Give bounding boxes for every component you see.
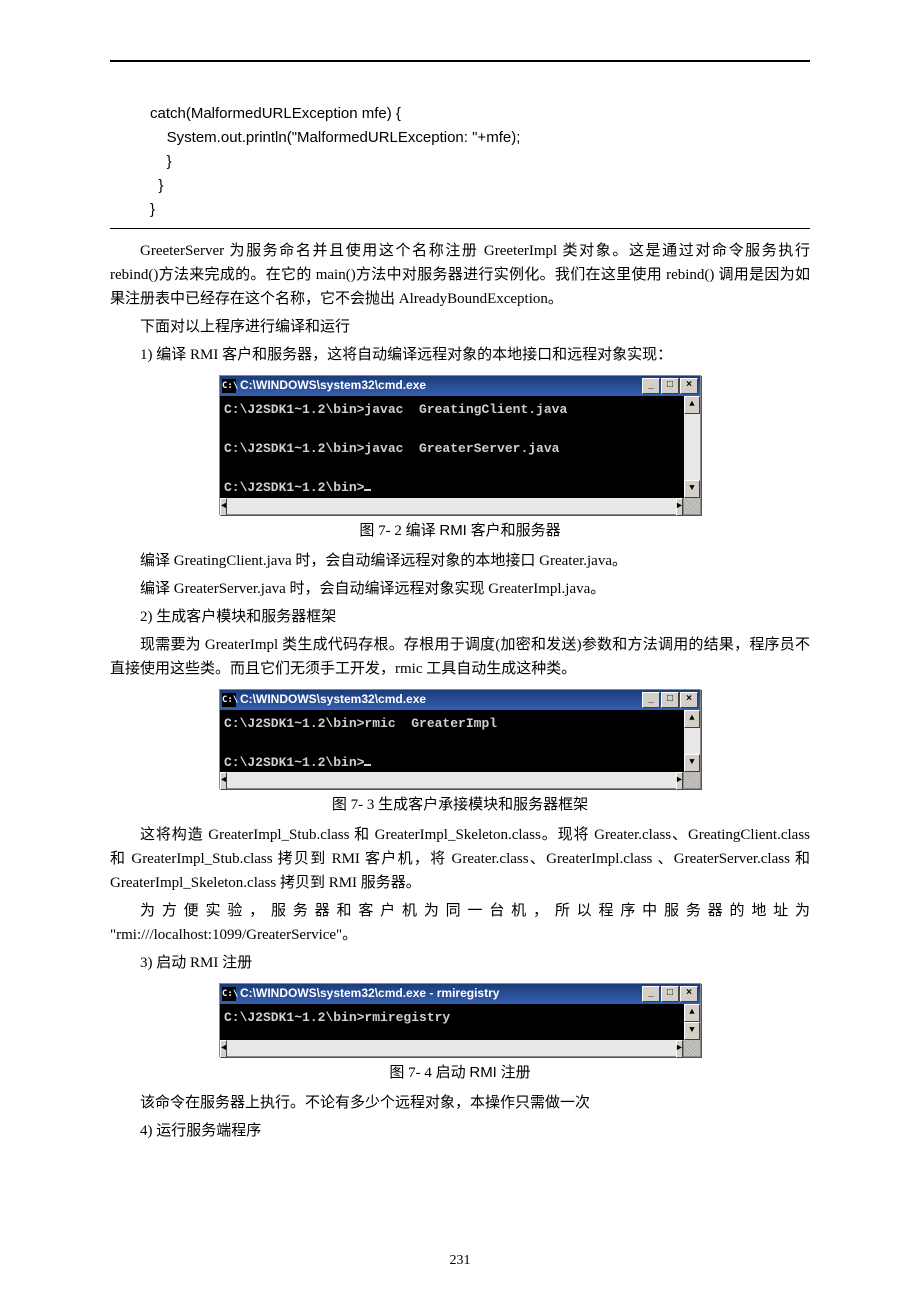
maximize-button[interactable]: □ [661,378,679,394]
cmd-icon: C:\ [222,987,236,1001]
terminal-output: C:\J2SDK1~1.2\bin>rmiregistry [220,1004,684,1040]
paragraph: 该命令在服务器上执行。不论有多少个远程对象，本操作只需做一次 [110,1091,810,1115]
cmd-icon: C:\ [222,379,236,393]
paragraph: 现需要为 GreaterImpl 类生成代码存根。存根用于调度(加密和发送)参数… [110,633,810,681]
horizontal-scrollbar[interactable]: ◄ ► [220,1040,700,1056]
page-number: 231 [0,1250,920,1272]
terminal-line: C:\J2SDK1~1.2\bin>rmiregistry [224,1010,450,1025]
list-item: 4) 运行服务端程序 [110,1119,810,1143]
vertical-scrollbar[interactable]: ▲ ▼ [684,710,700,773]
terminal-output: C:\J2SDK1~1.2\bin>javac GreatingClient.j… [220,396,684,498]
scroll-down-button[interactable]: ▼ [684,1022,700,1040]
window-titlebar: C:\ C:\WINDOWS\system32\cmd.exe _ □ × [220,690,700,710]
scroll-track[interactable] [227,498,675,514]
paragraph: 为方便实验，服务器和客户机为同一台机，所以程序中服务器的地址为 "rmi:///… [110,899,810,947]
caption-text: 注册 [497,1065,531,1081]
scroll-up-button[interactable]: ▲ [684,396,700,414]
cmd-screenshot-fig-7-4: C:\ C:\WINDOWS\system32\cmd.exe - rmireg… [219,983,701,1057]
caption-text: RMI [439,522,467,539]
list-item: 1) 编译 RMI 客户和服务器，这将自动编译远程对象的本地接口和远程对象实现： [110,343,810,367]
scroll-right-button[interactable]: ► [676,498,683,516]
window-title: C:\WINDOWS\system32\cmd.exe [240,690,642,709]
java-code-block: catch(MalformedURLException mfe) { Syste… [150,102,810,222]
maximize-button[interactable]: □ [661,692,679,708]
terminal-line: C:\J2SDK1~1.2\bin>javac GreaterServer.ja… [224,441,559,456]
cursor-icon [364,764,371,766]
close-button[interactable]: × [680,378,698,394]
code-line: } [150,177,163,194]
scroll-right-button[interactable]: ► [676,1040,683,1058]
separator-rule [110,228,810,229]
list-item: 2) 生成客户模块和服务器框架 [110,605,810,629]
horizontal-scrollbar[interactable]: ◄ ► [220,498,700,514]
resize-grip[interactable] [683,772,700,788]
window-titlebar: C:\ C:\WINDOWS\system32\cmd.exe _ □ × [220,376,700,396]
scroll-down-button[interactable]: ▼ [684,480,700,498]
terminal-line: C:\J2SDK1~1.2\bin>rmic GreaterImpl [224,716,497,731]
cursor-icon [364,489,371,491]
top-horizontal-rule [110,60,810,62]
scroll-track[interactable] [684,414,700,480]
caption-text: 客户和服务器 [467,523,561,539]
scroll-track[interactable] [227,772,675,788]
paragraph: 编译 GreatingClient.java 时，会自动编译远程对象的本地接口 … [110,549,810,573]
terminal-line: C:\J2SDK1~1.2\bin>javac GreatingClient.j… [224,402,567,417]
caption-text: 图 7- 4 启动 [389,1065,469,1081]
scroll-left-button[interactable]: ◄ [220,1040,227,1058]
caption-text: RMI [469,1064,497,1081]
code-line: catch(MalformedURLException mfe) { [150,105,401,122]
paragraph: 这将构造 GreaterImpl_Stub.class 和 GreaterImp… [110,823,810,895]
figure-caption-7-2: 图 7- 2 编译 RMI 客户和服务器 [110,519,810,543]
document-page: catch(MalformedURLException mfe) { Syste… [0,0,920,1302]
terminal-line: C:\J2SDK1~1.2\bin> [224,480,364,495]
scroll-track[interactable] [684,728,700,755]
scroll-track[interactable] [227,1040,675,1056]
scroll-right-button[interactable]: ► [676,772,683,790]
resize-grip[interactable] [683,498,700,514]
scroll-up-button[interactable]: ▲ [684,710,700,728]
scroll-up-button[interactable]: ▲ [684,1004,700,1022]
window-title: C:\WINDOWS\system32\cmd.exe - rmiregistr… [240,984,642,1003]
cmd-screenshot-fig-7-2: C:\ C:\WINDOWS\system32\cmd.exe _ □ × C:… [219,375,701,515]
code-line: } [167,153,172,170]
figure-caption-7-3: 图 7- 3 生成客户承接模块和服务器框架 [110,793,810,817]
scroll-left-button[interactable]: ◄ [220,498,227,516]
vertical-scrollbar[interactable]: ▲ ▼ [684,396,700,498]
scroll-down-button[interactable]: ▼ [684,754,700,772]
list-item: 3) 启动 RMI 注册 [110,951,810,975]
terminal-output: C:\J2SDK1~1.2\bin>rmic GreaterImpl C:\J2… [220,710,684,773]
resize-grip[interactable] [683,1040,700,1056]
minimize-button[interactable]: _ [642,986,660,1002]
minimize-button[interactable]: _ [642,378,660,394]
cmd-icon: C:\ [222,693,236,707]
caption-text: 图 7- 2 编译 [359,523,439,539]
terminal-line: C:\J2SDK1~1.2\bin> [224,755,364,770]
code-line: System.out.println("MalformedURLExceptio… [150,129,520,146]
paragraph: 编译 GreaterServer.java 时，会自动编译远程对象实现 Grea… [110,577,810,601]
figure-caption-7-4: 图 7- 4 启动 RMI 注册 [110,1061,810,1085]
paragraph: GreeterServer 为服务命名并且使用这个名称注册 GreeterImp… [110,239,810,311]
scroll-left-button[interactable]: ◄ [220,772,227,790]
window-titlebar: C:\ C:\WINDOWS\system32\cmd.exe - rmireg… [220,984,700,1004]
close-button[interactable]: × [680,986,698,1002]
vertical-scrollbar[interactable]: ▲ ▼ [684,1004,700,1040]
minimize-button[interactable]: _ [642,692,660,708]
maximize-button[interactable]: □ [661,986,679,1002]
close-button[interactable]: × [680,692,698,708]
horizontal-scrollbar[interactable]: ◄ ► [220,772,700,788]
cmd-screenshot-fig-7-3: C:\ C:\WINDOWS\system32\cmd.exe _ □ × C:… [219,689,701,790]
window-title: C:\WINDOWS\system32\cmd.exe [240,376,642,395]
paragraph: 下面对以上程序进行编译和运行 [110,315,810,339]
code-line: } [150,201,155,218]
